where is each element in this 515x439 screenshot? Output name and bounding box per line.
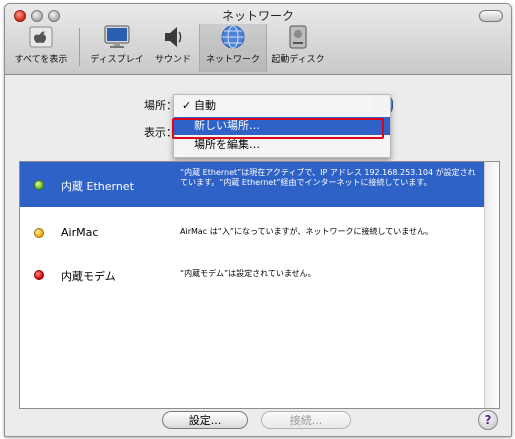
connect-button[interactable]: 接続... [261,411,351,429]
status-red-icon [34,270,44,280]
network-service-list: 内蔵 Ethernet “内蔵 Ethernet”は現在アクティブで、IP アド… [19,161,500,409]
status-green-icon [34,180,44,190]
service-row-modem[interactable]: 内蔵モデム “内蔵モデム”は設定されていません。 [20,262,499,288]
toolbar-item-show-all[interactable]: すべてを表示 [7,24,75,72]
toolbar-item-network[interactable]: ネットワーク [199,24,267,72]
checkmark-icon: ✓ [182,99,192,112]
service-name: 内蔵モデム [61,270,116,283]
menu-item-automatic[interactable]: ✓ 自動 [174,97,390,115]
show-all-icon [29,26,53,48]
toolbar-toggle-button[interactable] [479,10,503,22]
toolbar-item-startup-disk[interactable]: 起動ディスク [265,24,331,72]
toolbar-item-sound[interactable]: サウンド [147,24,199,72]
toolbar-item-label: ディスプレイ [90,55,144,65]
service-description: AirMac は“入”になっていますが、ネットワークに接続していません。 [180,227,433,236]
list-scrollbar[interactable] [484,162,499,408]
service-row-airmac[interactable]: AirMac AirMac は“入”になっていますが、ネットワークに接続していま… [20,220,499,246]
display-icon [104,25,130,48]
startup-disk-icon [289,25,307,49]
toolbar-item-label: すべてを表示 [14,55,68,65]
toolbar-item-label: サウンド [154,55,191,65]
sound-icon [165,27,182,47]
title-bar: ネットワーク すべてを表示 ディスプレイ サウンド ネットワーク 起動ディスク [5,4,511,75]
service-name: 内蔵 Ethernet [61,180,134,193]
toolbar-item-display[interactable]: ディスプレイ [87,24,147,72]
service-row-ethernet[interactable]: 内蔵 Ethernet “内蔵 Ethernet”は現在アクティブで、IP アド… [20,162,499,207]
service-description: “内蔵 Ethernet”は現在アクティブで、IP アドレス 192.168.2… [180,168,476,187]
network-icon [221,25,245,49]
toolbar-item-label: 起動ディスク [271,55,325,65]
network-preferences-window: ネットワーク すべてを表示 ディスプレイ サウンド ネットワーク 起動ディスク … [4,3,512,437]
menu-item-label: 自動 [194,99,216,112]
window-title: ネットワーク [221,9,294,23]
help-button[interactable]: ? [478,410,498,430]
highlight-box [172,118,384,139]
toolbar-item-label: ネットワーク [205,55,260,65]
service-name: AirMac [61,226,99,239]
configure-button[interactable]: 設定... [162,411,248,429]
service-description: “内蔵モデム”は設定されていません。 [180,269,316,278]
status-yellow-icon [34,228,44,238]
toolbar-separator [79,28,80,66]
